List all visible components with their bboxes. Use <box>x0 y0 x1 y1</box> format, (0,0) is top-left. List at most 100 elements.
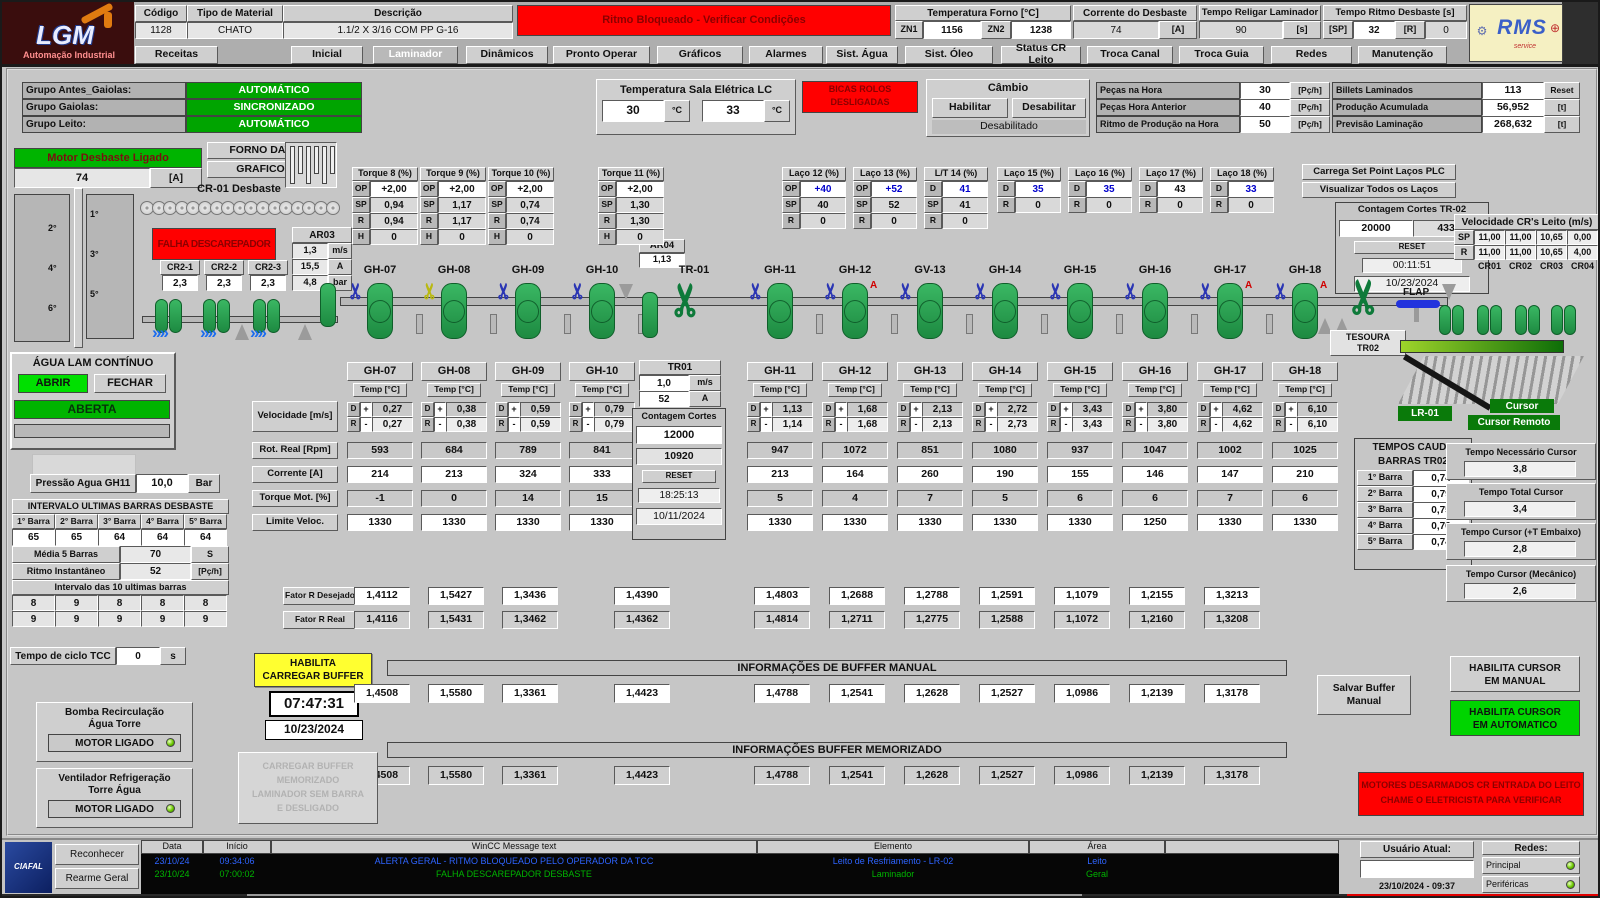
stand-rolls-gh-10 <box>589 283 615 339</box>
temp-button-gh-18[interactable]: Temp [°C] <box>1278 383 1332 397</box>
plus-key[interactable]: + <box>1135 402 1147 417</box>
plus-key[interactable]: + <box>582 402 594 417</box>
plus-key[interactable]: + <box>985 402 997 417</box>
msg-inicio[interactable]: 07:00:02 <box>203 868 271 881</box>
plus-key[interactable]: + <box>760 402 772 417</box>
msg-elemento[interactable]: Leito de Resfriamento - LR-02 <box>757 855 1029 868</box>
plus-key[interactable]: + <box>1060 402 1072 417</box>
nav-tab-sist-gua[interactable]: Sist. Água <box>826 46 898 64</box>
velocidade-r-value: 4,62 <box>1222 417 1263 432</box>
minus-key[interactable]: - <box>1210 417 1222 432</box>
temp-button-gh-12[interactable]: Temp [°C] <box>828 383 882 397</box>
torque-value[interactable]: +2,00 <box>506 181 554 197</box>
contagem-tr02-reset-button[interactable]: RESET <box>1354 241 1470 254</box>
minus-key[interactable]: - <box>360 417 372 432</box>
laco-value[interactable]: 35 <box>1015 181 1061 197</box>
plus-key[interactable]: + <box>910 402 922 417</box>
temp-button-gh-17[interactable]: Temp [°C] <box>1203 383 1257 397</box>
desabilitar-button[interactable]: Desabilitar <box>1012 98 1086 118</box>
minus-key[interactable]: - <box>985 417 997 432</box>
nav-tab-gr-ficos[interactable]: Gráficos <box>657 46 743 64</box>
plus-key[interactable]: + <box>360 402 372 417</box>
minus-key[interactable]: - <box>760 417 772 432</box>
usuario-atual-field[interactable] <box>1360 860 1474 878</box>
buffer-manual-value: 1,3361 <box>502 684 558 703</box>
plus-key[interactable]: + <box>835 402 847 417</box>
nav-tab-inicial[interactable]: Inicial <box>291 46 363 64</box>
laco-value[interactable]: +52 <box>871 181 917 197</box>
rearme-geral-button[interactable]: Rearme Geral <box>55 868 139 889</box>
contagem-cortes-setpoint[interactable]: 12000 <box>636 426 722 444</box>
msg-elemento[interactable]: Laminador <box>757 868 1029 881</box>
contagem-tr02-setpoint[interactable]: 20000 <box>1339 220 1413 237</box>
temp-button-gh-08[interactable]: Temp [°C] <box>427 383 481 397</box>
limite-veloc-value: 1330 <box>972 514 1038 531</box>
minus-key[interactable]: - <box>1135 417 1147 432</box>
laco-value: 0 <box>1228 197 1274 213</box>
plus-key[interactable]: + <box>434 402 446 417</box>
msg-data[interactable]: 23/10/24 <box>141 855 203 868</box>
nav-tab-alarmes[interactable]: Alarmes <box>749 46 823 64</box>
plus-key[interactable]: + <box>508 402 520 417</box>
abrir-button[interactable]: ABRIR <box>18 374 88 393</box>
plus-key[interactable]: + <box>1210 402 1222 417</box>
minus-key[interactable]: - <box>582 417 594 432</box>
guide-box <box>891 314 898 334</box>
position-triangle-icon <box>1442 284 1456 300</box>
minus-key[interactable]: - <box>1285 417 1297 432</box>
nav-tab-laminador[interactable]: Laminador <box>373 46 458 64</box>
intervalo-header: 3° Barra <box>98 514 141 529</box>
temp-button-gh-15[interactable]: Temp [°C] <box>1053 383 1107 397</box>
laco-value[interactable]: +40 <box>800 181 846 197</box>
laco-value: 0 <box>942 213 988 229</box>
msg-area[interactable]: Geral <box>1029 868 1165 881</box>
temp-button-gh-14[interactable]: Temp [°C] <box>978 383 1032 397</box>
minus-key[interactable]: - <box>1060 417 1072 432</box>
velocidade-d-value: 4,62 <box>1222 402 1263 417</box>
fechar-button[interactable]: FECHAR <box>94 374 166 393</box>
msg-inicio[interactable]: 09:34:06 <box>203 855 271 868</box>
minus-key[interactable]: - <box>434 417 446 432</box>
laco-value[interactable]: 35 <box>1086 181 1132 197</box>
nav-tab-receitas[interactable]: Receitas <box>135 46 218 64</box>
nav-tab-sist-leo[interactable]: Sist. Óleo <box>905 46 993 64</box>
msg-data[interactable]: 23/10/24 <box>141 868 203 881</box>
carrega-setpoint-button[interactable]: Carrega Set Point Laços PLC <box>1302 164 1456 180</box>
msg-area[interactable]: Leito <box>1029 855 1165 868</box>
nav-tab-din-micos[interactable]: Dinâmicos <box>466 46 548 64</box>
torque-value[interactable]: +2,00 <box>616 181 664 197</box>
redes-label: Redes: <box>1482 841 1580 855</box>
nav-tab-manuten-o[interactable]: Manutenção <box>1358 46 1447 64</box>
msg-text[interactable]: ALERTA GERAL - RITMO BLOQUEADO PELO OPER… <box>271 855 757 868</box>
habilitar-button[interactable]: Habilitar <box>932 98 1008 118</box>
guide-box <box>564 314 571 334</box>
contagem-cortes-reset-button[interactable]: RESET <box>642 470 716 483</box>
temp-button-gh-16[interactable]: Temp [°C] <box>1128 383 1182 397</box>
laco-value[interactable]: 43 <box>1157 181 1203 197</box>
temp-button-gh-11[interactable]: Temp [°C] <box>753 383 807 397</box>
plus-key[interactable]: + <box>1285 402 1297 417</box>
reconhecer-button[interactable]: Reconhecer <box>55 844 139 865</box>
torque-value[interactable]: +2,00 <box>370 181 418 197</box>
temp-button-gh-07[interactable]: Temp [°C] <box>353 383 407 397</box>
laco-value[interactable]: 33 <box>1228 181 1274 197</box>
minus-key[interactable]: - <box>508 417 520 432</box>
visualizar-lacos-button[interactable]: Visualizar Todos os Laços <box>1302 182 1456 198</box>
nav-tab-troca-canal[interactable]: Troca Canal <box>1087 46 1173 64</box>
ritmo-sp-value[interactable]: 32 <box>1353 21 1395 39</box>
minus-key[interactable]: - <box>910 417 922 432</box>
temp-button-gh-13[interactable]: Temp [°C] <box>903 383 957 397</box>
temp-button-gh-10[interactable]: Temp [°C] <box>575 383 629 397</box>
msg-text[interactable]: FALHA DESCAREPADOR DESBASTE <box>271 868 757 881</box>
temp-button-gh-09[interactable]: Temp [°C] <box>501 383 555 397</box>
nav-tab-status-cr-leito[interactable]: Status CR Leito <box>1001 46 1081 64</box>
nav-tab-troca-guia[interactable]: Troca Guia <box>1179 46 1264 64</box>
billets-reset-button[interactable]: Reset <box>1544 82 1580 99</box>
nav-tab-pronto-operar[interactable]: Pronto Operar <box>553 46 650 64</box>
torque-value[interactable]: +2,00 <box>438 181 486 197</box>
laco-value[interactable]: 41 <box>942 181 988 197</box>
laco-key: R <box>1139 197 1157 213</box>
buffer-manual-value: 1,3178 <box>1204 684 1260 703</box>
nav-tab-redes[interactable]: Redes <box>1271 46 1352 64</box>
minus-key[interactable]: - <box>835 417 847 432</box>
